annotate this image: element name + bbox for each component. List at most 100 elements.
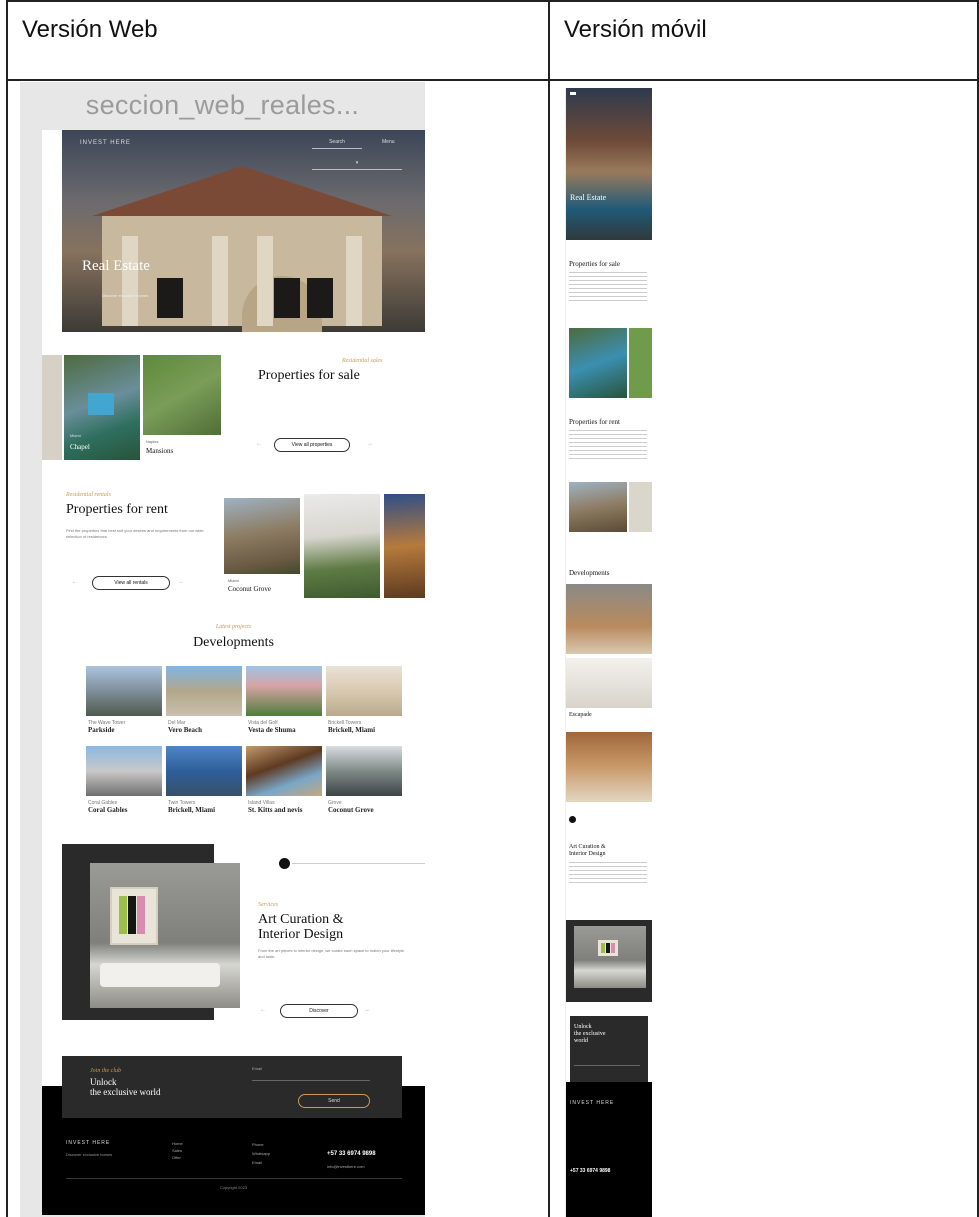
- mobile-art-title-line2: Interior Design: [569, 851, 606, 857]
- next-arrow-icon[interactable]: →: [364, 1007, 370, 1013]
- email-input[interactable]: [252, 1074, 370, 1081]
- dev-card-name: Vesta de Shuma: [248, 726, 296, 734]
- art-room-image[interactable]: [90, 863, 240, 1008]
- view-rentals-button[interactable]: View all rentals: [92, 576, 170, 590]
- mobile-dev-image[interactable]: [566, 732, 652, 802]
- mobile-sale-card[interactable]: [569, 328, 627, 398]
- divider: [292, 863, 425, 864]
- card-label: Miami: [70, 433, 81, 438]
- column: [122, 236, 138, 326]
- mobile-footer-logo[interactable]: INVEST HERE: [570, 1100, 614, 1106]
- next-arrow-icon[interactable]: →: [367, 441, 373, 447]
- search-field[interactable]: Search: [312, 139, 362, 149]
- pool-shape: [88, 393, 114, 415]
- menu-link[interactable]: Menu: [382, 139, 395, 145]
- hero-logo[interactable]: INVEST HERE: [80, 140, 131, 146]
- artwork-stripe: [611, 943, 615, 953]
- footer-links-col1: Home Sales Offer: [172, 1140, 183, 1161]
- sale-eyebrow: Residential sales: [342, 358, 383, 364]
- dev-card-name: St. Kitts and nevis: [248, 806, 303, 814]
- column: [346, 236, 362, 326]
- mobile-rent-card[interactable]: [569, 482, 627, 532]
- card-label: Miami: [228, 578, 239, 583]
- footer-tagline: Discover exclusive homes: [66, 1152, 113, 1157]
- mobile-footer-phone[interactable]: +57 33 6974 9898: [570, 1168, 610, 1174]
- dev-eyebrow: Latest projects: [215, 624, 252, 630]
- prev-arrow-icon[interactable]: ←: [260, 1007, 266, 1013]
- window: [307, 278, 333, 318]
- hero-title: Real Estate: [82, 258, 150, 274]
- art-title-line2: Interior Design: [258, 927, 344, 942]
- mobile-dev-image[interactable]: [566, 584, 652, 654]
- footer-email[interactable]: info@investhere.com: [327, 1164, 365, 1169]
- column: [257, 236, 273, 326]
- dev-card[interactable]: [166, 746, 242, 796]
- discover-button[interactable]: Discover: [280, 1004, 358, 1018]
- mobile-nl-line3: world: [574, 1038, 588, 1044]
- dev-card-name: Coconut Grove: [328, 806, 374, 814]
- dev-card[interactable]: [166, 666, 242, 716]
- mobile-rent-card-partial[interactable]: [629, 482, 652, 532]
- prev-arrow-icon[interactable]: ←: [256, 441, 262, 447]
- prev-arrow-icon[interactable]: ←: [72, 579, 78, 585]
- mobile-nl-line1: Unlock: [574, 1024, 592, 1030]
- rent-title: Properties for rent: [66, 502, 168, 517]
- filter-select[interactable]: ▾: [312, 160, 402, 170]
- dev-card[interactable]: [246, 666, 322, 716]
- rent-text: Find the properties that best suit your …: [66, 528, 204, 539]
- footer-divider: [66, 1178, 402, 1179]
- sale-image-partial[interactable]: [42, 355, 62, 460]
- mobile-art-text: [569, 862, 647, 886]
- footer-link[interactable]: Home: [172, 1140, 183, 1147]
- art-eyebrow: Services: [258, 902, 278, 908]
- hero-roof: [92, 166, 392, 216]
- dev-card[interactable]: [86, 666, 162, 716]
- hero-section: INVEST HERE Search Menu ▾ Real Estate Di…: [62, 130, 425, 332]
- newsletter-title-line1: Unlock: [90, 1077, 117, 1087]
- art-title: Art Curation & Interior Design: [258, 912, 344, 942]
- mobile-dev-image[interactable]: [566, 658, 652, 708]
- mobile-art-image[interactable]: [574, 926, 646, 988]
- footer-link[interactable]: Whatsapp: [252, 1149, 270, 1158]
- hero-subtitle: Discover exclusive homes: [102, 293, 149, 298]
- artwork-stripe: [601, 943, 605, 953]
- mobile-sale-card-partial[interactable]: [629, 328, 652, 398]
- artwork-stripe: [606, 943, 610, 953]
- dev-card[interactable]: [86, 746, 162, 796]
- menu-icon[interactable]: [570, 92, 576, 95]
- rent-card-partial[interactable]: [384, 494, 425, 598]
- web-version-header: Versión Web: [8, 2, 548, 81]
- newsletter-box: Join the club Unlock the exclusive world …: [62, 1056, 402, 1118]
- footer-link[interactable]: Email: [252, 1158, 270, 1167]
- artwork-stripe: [137, 896, 145, 934]
- footer-link[interactable]: Offer: [172, 1154, 183, 1161]
- mobile-hero: Real Estate: [566, 88, 652, 240]
- footer-logo[interactable]: INVEST HERE: [66, 1140, 110, 1146]
- sale-card-chapel[interactable]: Miami Chapel: [64, 355, 140, 460]
- sale-card-mansions[interactable]: [143, 355, 221, 435]
- send-button[interactable]: Send: [298, 1094, 370, 1108]
- footer-link[interactable]: Sales: [172, 1147, 183, 1154]
- newsletter-eyebrow: Join the club: [90, 1068, 121, 1074]
- column-divider: [548, 0, 550, 1217]
- art-title-line1: Art Curation &: [258, 912, 344, 927]
- mobile-email-input[interactable]: [574, 1060, 640, 1066]
- newsletter-title: Unlock the exclusive world: [90, 1077, 160, 1097]
- sofa-shape: [100, 963, 220, 987]
- mobile-dev-title: Developments: [569, 569, 610, 577]
- view-properties-button[interactable]: View all properties: [274, 438, 350, 452]
- dev-card-name: Coral Gables: [88, 806, 128, 814]
- next-arrow-icon[interactable]: →: [178, 579, 184, 585]
- dev-card[interactable]: [246, 746, 322, 796]
- mobile-scroll-dot-icon[interactable]: [569, 816, 576, 823]
- dev-card[interactable]: [326, 746, 402, 796]
- rent-card-coconut-grove[interactable]: [224, 498, 300, 574]
- artwork-stripe: [119, 896, 127, 934]
- footer-phone[interactable]: +57 33 6974 9898: [327, 1151, 376, 1157]
- mobile-sale-text: [569, 272, 647, 302]
- rent-card-2[interactable]: [304, 494, 380, 598]
- scroll-dot-icon[interactable]: [279, 858, 290, 869]
- footer-link[interactable]: Phone: [252, 1140, 270, 1149]
- dev-card[interactable]: [326, 666, 402, 716]
- mobile-rent-text: [569, 430, 647, 460]
